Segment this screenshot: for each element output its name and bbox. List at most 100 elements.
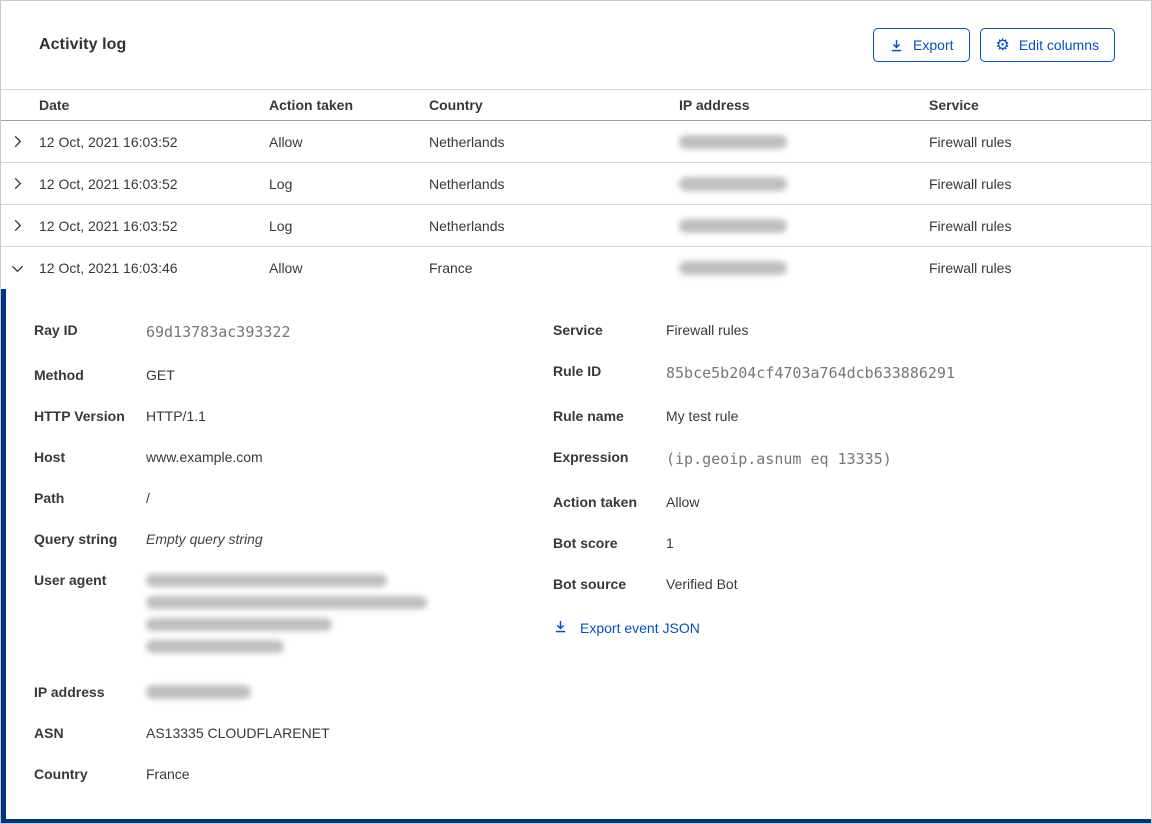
detail-field-value: Firewall rules <box>666 322 749 338</box>
date-cell: 12 Oct, 2021 16:03:46 <box>39 260 178 276</box>
date-cell: 12 Oct, 2021 16:03:52 <box>39 175 178 192</box>
redacted-ip <box>146 685 251 699</box>
column-header-service: Service <box>929 97 979 113</box>
detail-left-column: Ray ID 69d13783ac393322 Method GET HTTP Vers… <box>34 319 553 823</box>
column-header-ip-address: IP address <box>679 97 750 113</box>
detail-field-label: Country <box>34 766 88 782</box>
service-cell: Firewall rules <box>929 260 1012 276</box>
chevron-right-icon[interactable] <box>1 176 39 191</box>
table-row[interactable]: 12 Oct, 2021 16:03:52 Allow Netherlands Fir… <box>1 121 1151 163</box>
table-row[interactable]: 12 Oct, 2021 16:03:52 Log Netherlands Firew… <box>1 205 1151 247</box>
detail-field-value: / <box>146 490 150 506</box>
detail-accent-left-bar <box>1 289 6 823</box>
detail-field: Host www.example.com <box>34 446 553 468</box>
topbar: Activity log Export ⚙ Edit columns <box>1 1 1151 89</box>
detail-field-value: GET <box>146 367 175 383</box>
detail-field: Ray ID 69d13783ac393322 <box>34 319 553 345</box>
detail-field: Method GET <box>34 364 553 386</box>
download-icon <box>553 619 568 637</box>
column-header-date: Date <box>39 97 70 113</box>
detail-field: Bot score 1 <box>553 532 1131 554</box>
detail-field-label: Bot source <box>553 576 627 592</box>
action-taken-cell: Allow <box>269 260 303 276</box>
date-cell: 12 Oct, 2021 16:03:52 <box>39 133 178 150</box>
export-event-json-link[interactable]: Export event JSON <box>553 619 700 637</box>
detail-field-value: Empty query string <box>146 531 263 547</box>
event-detail-panel: Ray ID 69d13783ac393322 Method GET HTTP Vers… <box>1 289 1151 823</box>
detail-field-label: Query string <box>34 531 118 547</box>
detail-accent-bottom-bar <box>1 819 1151 823</box>
action-taken-cell: Log <box>269 175 293 192</box>
redacted-ip <box>679 134 787 149</box>
detail-field-label: Action taken <box>553 494 638 510</box>
detail-field-label: IP address <box>34 684 105 700</box>
detail-field: Country France <box>34 763 553 785</box>
country-cell: Netherlands <box>429 133 505 150</box>
column-header-action-taken: Action taken <box>269 97 354 113</box>
ip-address-cell <box>679 134 929 149</box>
chevron-right-icon[interactable] <box>1 218 39 233</box>
chevron-down-icon[interactable] <box>1 261 39 276</box>
ip-address-cell <box>679 218 929 233</box>
export-button[interactable]: Export <box>873 28 970 62</box>
detail-field-label: User agent <box>34 572 107 588</box>
detail-field: HTTP Version HTTP/1.1 <box>34 405 553 427</box>
service-cell: Firewall rules <box>929 133 1012 150</box>
detail-field: Expression (ip.geoip.asnum eq 13335) <box>553 446 1131 472</box>
redacted-text-line <box>146 640 284 653</box>
export-event-json-label: Export event JSON <box>580 620 700 636</box>
detail-field-value: My test rule <box>666 408 739 424</box>
detail-field-value: 1 <box>666 535 674 551</box>
action-taken-cell: Allow <box>269 133 303 150</box>
country-cell: Netherlands <box>429 217 505 234</box>
detail-field-value: France <box>146 766 190 782</box>
page-title: Activity log <box>39 36 127 53</box>
detail-field: Rule name My test rule <box>553 405 1131 427</box>
table-row[interactable]: 12 Oct, 2021 16:03:46 Allow France Firewall… <box>1 247 1151 289</box>
chevron-right-icon[interactable] <box>1 134 39 149</box>
detail-field: Rule ID 85bce5b204cf4703a764dcb633886291 <box>553 360 1131 386</box>
table-row[interactable]: 12 Oct, 2021 16:03:52 Log Netherlands Firew… <box>1 163 1151 205</box>
export-button-label: Export <box>913 37 954 53</box>
edit-columns-button[interactable]: ⚙ Edit columns <box>979 28 1115 62</box>
detail-field: IP address <box>34 681 553 703</box>
detail-field-value <box>146 569 427 662</box>
detail-field-value: 69d13783ac393322 <box>146 323 291 341</box>
detail-field-label: Expression <box>553 449 629 465</box>
detail-field: Path / <box>34 487 553 509</box>
action-taken-cell: Log <box>269 217 293 234</box>
detail-field: Action taken Allow <box>553 491 1131 513</box>
detail-field-value: Allow <box>666 494 700 510</box>
detail-field-label: Rule ID <box>553 363 602 379</box>
detail-field-label: ASN <box>34 725 64 741</box>
detail-field-value: 85bce5b204cf4703a764dcb633886291 <box>666 364 955 382</box>
detail-field-label: Method <box>34 367 84 383</box>
ip-address-cell <box>679 176 929 191</box>
detail-field: Service Firewall rules <box>553 319 1131 341</box>
activity-log-panel: Activity log Export ⚙ Edit columns Date … <box>0 0 1152 824</box>
detail-field: Bot source Verified Bot <box>553 573 1131 595</box>
detail-field-value: AS13335 CLOUDFLARENET <box>146 725 330 741</box>
redacted-text-line <box>146 596 427 609</box>
detail-field-label: Bot score <box>553 535 618 551</box>
download-icon <box>889 38 904 53</box>
edit-columns-button-label: Edit columns <box>1018 37 1099 53</box>
column-header-country: Country <box>429 97 483 113</box>
service-cell: Firewall rules <box>929 175 1012 192</box>
ip-address-cell <box>679 261 929 275</box>
redacted-text-line <box>146 618 332 631</box>
detail-field-label: HTTP Version <box>34 408 125 424</box>
detail-field-value: (ip.geoip.asnum eq 13335) <box>666 450 892 468</box>
country-cell: Netherlands <box>429 175 505 192</box>
detail-field-value: www.example.com <box>146 449 263 465</box>
redacted-ip <box>679 176 787 191</box>
detail-field-label: Rule name <box>553 408 624 424</box>
detail-field-label: Service <box>553 322 603 338</box>
topbar-actions: Export ⚙ Edit columns <box>873 28 1115 62</box>
table-header-row: Date Action taken Country IP address Ser… <box>1 89 1151 121</box>
detail-field-label: Ray ID <box>34 322 78 338</box>
date-cell: 12 Oct, 2021 16:03:52 <box>39 217 178 234</box>
redacted-ip <box>679 218 787 233</box>
detail-field: ASN AS13335 CLOUDFLARENET <box>34 722 553 744</box>
detail-field-value: Verified Bot <box>666 576 738 592</box>
